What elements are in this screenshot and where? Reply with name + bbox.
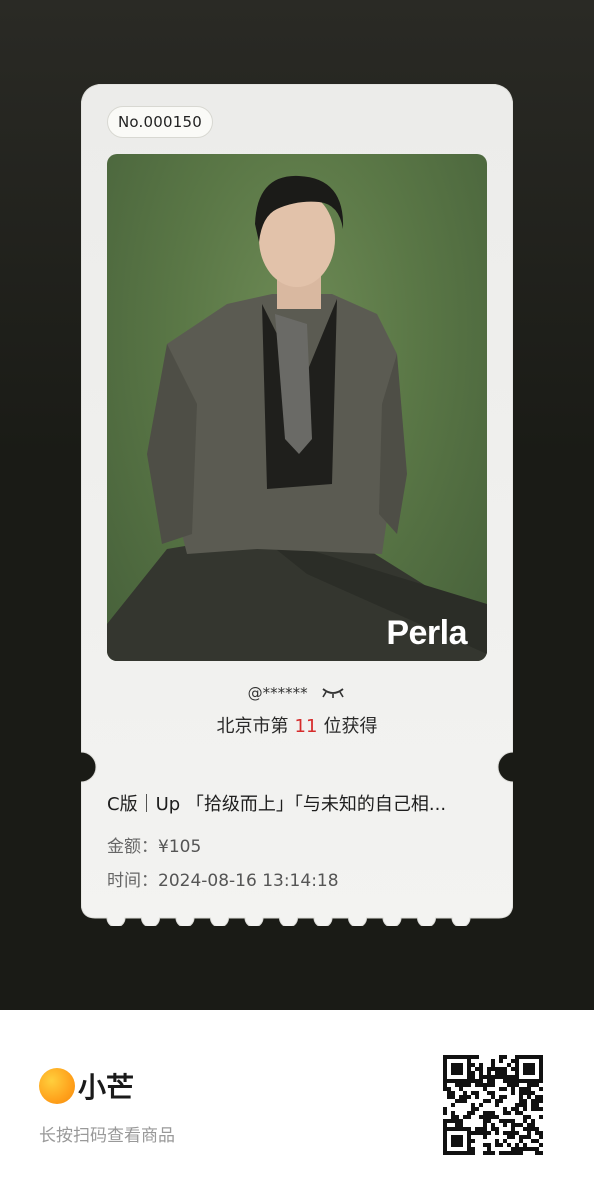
- rank-number: 11: [294, 716, 318, 737]
- owner-row: @******: [0, 684, 594, 703]
- owner-rank: 北京市第 11 位获得: [0, 712, 594, 738]
- photo-brand-watermark: Perla: [386, 614, 467, 652]
- rank-suffix: 位获得: [323, 716, 378, 737]
- app-name: 小芒: [78, 1071, 135, 1104]
- qr-finder-pattern: [443, 1055, 471, 1083]
- closed-eye-icon[interactable]: [320, 685, 346, 703]
- amount-value: ¥105: [158, 837, 202, 857]
- serial-number-badge: No.000150: [107, 106, 213, 138]
- qr-code[interactable]: [443, 1055, 543, 1155]
- time-row: 时间：2024-08-16 13:14:18: [107, 866, 339, 891]
- owner-handle: @******: [247, 684, 308, 702]
- time-value: 2024-08-16 13:14:18: [158, 871, 339, 891]
- product-photo: Perla: [107, 154, 487, 661]
- qr-finder-pattern: [515, 1055, 543, 1083]
- qr-finder-pattern: [443, 1127, 471, 1155]
- amount-label: 金额：: [107, 837, 158, 857]
- serial-number: No.000150: [118, 113, 202, 131]
- xiaomang-logo-icon: [39, 1068, 75, 1104]
- rank-prefix: 北京市第: [216, 716, 289, 737]
- scan-tip: 长按扫码查看商品: [39, 1126, 175, 1146]
- time-label: 时间：: [107, 871, 158, 891]
- product-name: C版｜Up 「拾级而上」「与未知的自己相...: [107, 794, 447, 815]
- amount-row: 金额：¥105: [107, 832, 201, 857]
- model-illustration: [107, 175, 487, 661]
